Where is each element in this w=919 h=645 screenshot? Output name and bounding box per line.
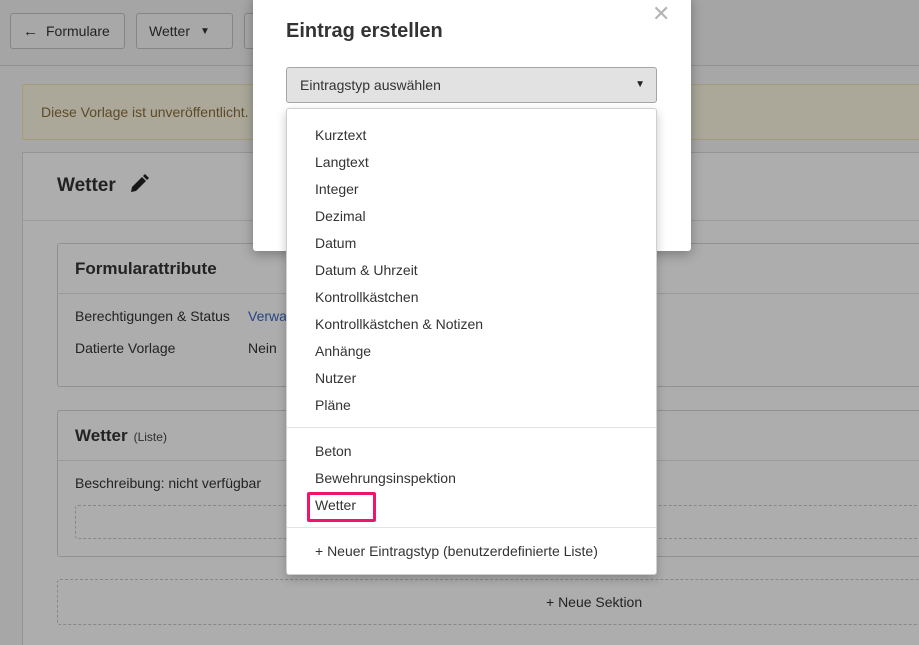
chevron-down-icon: ▼ — [635, 79, 645, 90]
menu-item-kurztext[interactable]: Kurztext — [315, 127, 366, 143]
menu-divider — [287, 427, 656, 428]
menu-item-beton[interactable]: Beton — [315, 443, 352, 459]
menu-item-langtext[interactable]: Langtext — [315, 154, 369, 170]
menu-item-datum-uhrzeit[interactable]: Datum & Uhrzeit — [315, 262, 418, 278]
menu-divider — [287, 527, 656, 528]
menu-item-bewehrungsinspektion[interactable]: Bewehrungsinspektion — [315, 470, 456, 486]
menu-item-anhaenge[interactable]: Anhänge — [315, 343, 371, 359]
menu-item-kontrollkaestchen[interactable]: Kontrollkästchen — [315, 289, 419, 305]
highlight-box — [307, 492, 376, 522]
close-icon[interactable]: ✕ — [652, 3, 670, 25]
entry-type-select[interactable]: Eintragstyp auswählen ▼ — [286, 67, 657, 103]
menu-item-integer[interactable]: Integer — [315, 181, 359, 197]
modal-title: Eintrag erstellen — [286, 20, 443, 42]
menu-item-plaene[interactable]: Pläne — [315, 397, 351, 413]
menu-item-new-entry-type[interactable]: + Neuer Eintragstyp (benutzerdefinierte … — [315, 543, 598, 559]
entry-type-dropdown-menu: Kurztext Langtext Integer Dezimal Datum … — [286, 108, 657, 575]
menu-item-nutzer[interactable]: Nutzer — [315, 370, 356, 386]
menu-item-datum[interactable]: Datum — [315, 235, 356, 251]
menu-item-kontrollkaestchen-notizen[interactable]: Kontrollkästchen & Notizen — [315, 316, 483, 332]
entry-type-select-value: Eintragstyp auswählen — [300, 77, 441, 93]
menu-item-dezimal[interactable]: Dezimal — [315, 208, 366, 224]
